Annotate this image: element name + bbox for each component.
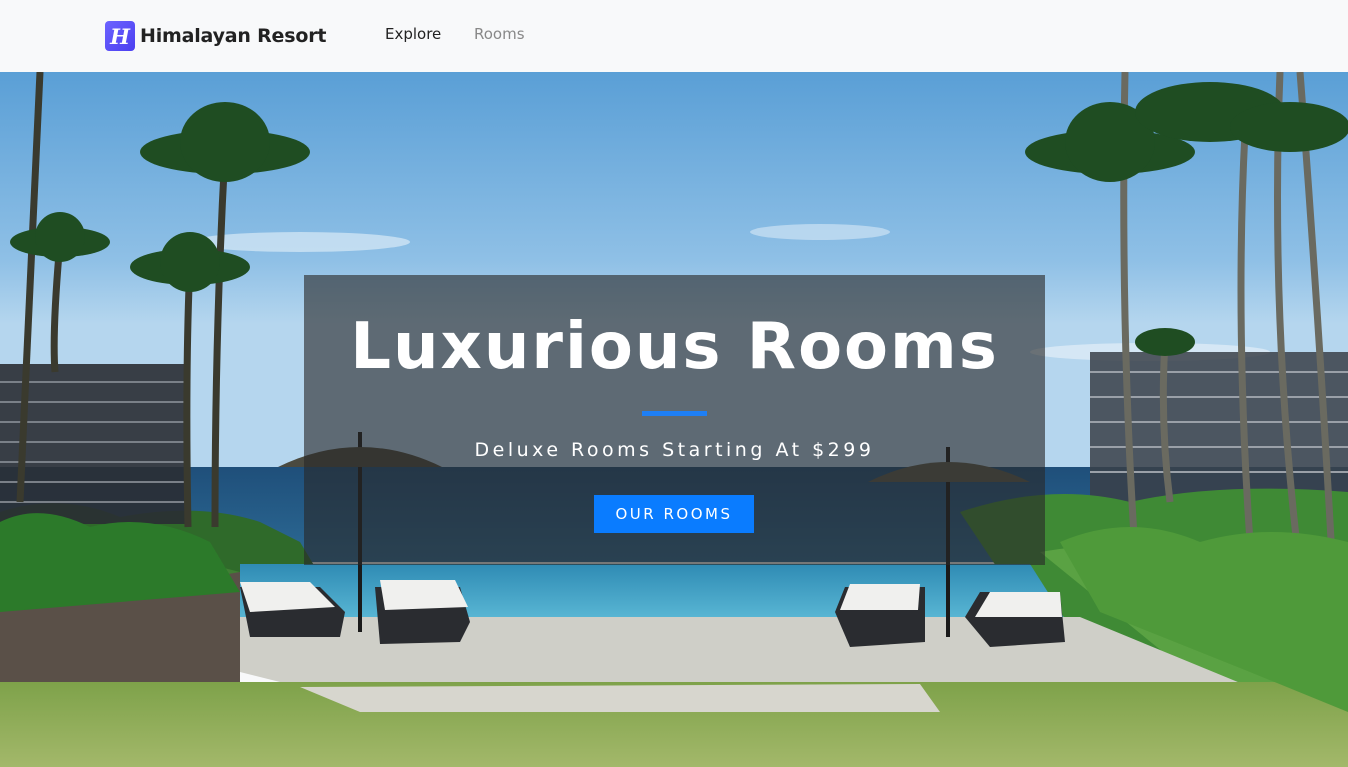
hero-subtitle: Deluxe Rooms Starting At $299 [474, 439, 875, 461]
hero-banner: Luxurious Rooms Deluxe Rooms Starting At… [304, 275, 1045, 565]
top-navbar: H Himalayan Resort Explore Rooms [0, 0, 1348, 72]
logo-h-icon: H [105, 21, 135, 51]
svg-text:H: H [109, 24, 131, 49]
nav-rooms-link[interactable]: Rooms [474, 25, 525, 43]
nav-explore-link[interactable]: Explore [385, 25, 441, 43]
brand-name: Himalayan Resort [140, 25, 327, 47]
our-rooms-button[interactable]: OUR ROOMS [594, 495, 754, 533]
brand-link[interactable]: H Himalayan Resort [105, 21, 326, 51]
hero-section: Luxurious Rooms Deluxe Rooms Starting At… [0, 72, 1348, 767]
hero-title: Luxurious Rooms [350, 310, 999, 384]
title-underline [642, 411, 707, 416]
